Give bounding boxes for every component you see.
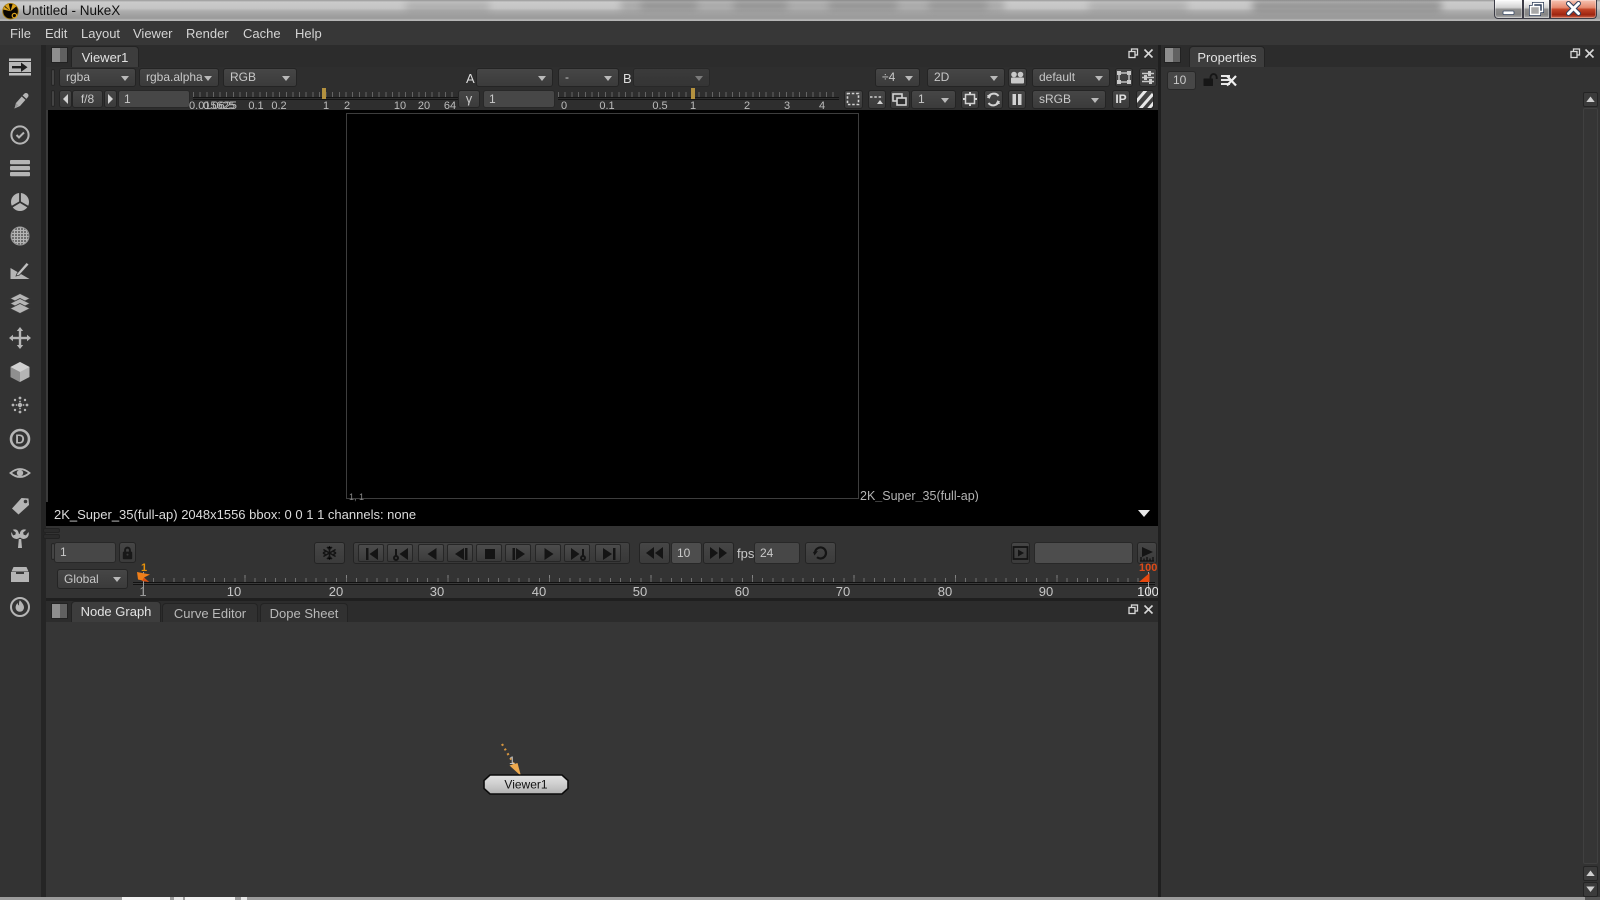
svg-text:Viewer1: Viewer1 [504,778,547,792]
svg-text:D: D [15,432,24,447]
